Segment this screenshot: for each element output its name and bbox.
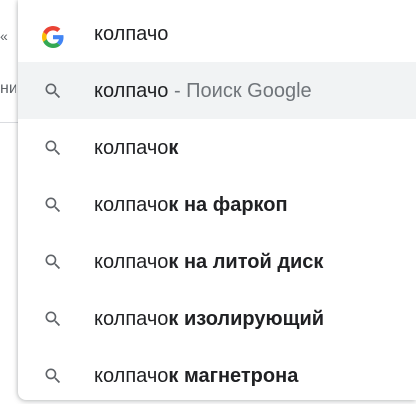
- suggestion-text: колпачок изолирующий: [94, 305, 324, 333]
- suggestion-text: колпачок на фаркоп: [94, 191, 288, 219]
- suggestion-text: колпачо - Поиск Google: [94, 77, 312, 105]
- background-page-edge-glyph: «: [0, 28, 8, 44]
- suggestion-item[interactable]: колпачок на фаркоп: [18, 176, 416, 233]
- suggestion-item[interactable]: колпачок изолирующий: [18, 290, 416, 347]
- search-icon: [45, 140, 61, 156]
- suggestion-separator: -: [168, 80, 187, 102]
- google-g-icon: [42, 26, 64, 48]
- suggestion-completion: к на литой диск: [168, 251, 324, 273]
- suggestion-completion: к: [168, 137, 179, 159]
- suggestion-typed-part: колпачо: [94, 308, 169, 330]
- suggestion-typed-part: колпачо: [94, 251, 169, 273]
- suggestion-typed-part: колпачо: [94, 365, 169, 387]
- search-icon: [45, 311, 61, 327]
- search-icon: [45, 254, 61, 270]
- suggestion-typed-part: колпачо: [94, 80, 169, 102]
- suggestion-text: колпачок на литой диск: [94, 248, 323, 276]
- suggestion-text: колпачок: [94, 134, 178, 162]
- omnibox-query-text[interactable]: колпачо: [94, 20, 168, 48]
- suggestion-completion: к на фаркоп: [168, 194, 288, 216]
- background-divider: [0, 122, 18, 123]
- suggestion-typed-part: колпачо: [94, 137, 169, 159]
- omnibox-input-row[interactable]: колпачо: [18, 0, 416, 62]
- suggestion-completion: к изолирующий: [168, 308, 325, 330]
- suggestion-completion: к магнетрона: [168, 365, 299, 387]
- suggestion-item[interactable]: колпачок: [18, 119, 416, 176]
- search-icon: [45, 83, 61, 99]
- background-page-text: ни: [0, 80, 16, 97]
- suggestion-item[interactable]: колпачок на литой диск: [18, 233, 416, 290]
- search-icon: [45, 197, 61, 213]
- search-icon: [45, 368, 61, 384]
- suggestion-text: колпачок магнетрона: [94, 362, 298, 390]
- suggestion-item[interactable]: колпачо - Поиск Google: [18, 62, 416, 119]
- suggestion-item[interactable]: колпачок магнетрона: [18, 347, 416, 404]
- suggestion-typed-part: колпачо: [94, 194, 169, 216]
- suggestion-hint: Поиск Google: [186, 80, 312, 102]
- omnibox-dropdown: колпачо колпачо - Поиск Google колпачок ко…: [18, 0, 416, 400]
